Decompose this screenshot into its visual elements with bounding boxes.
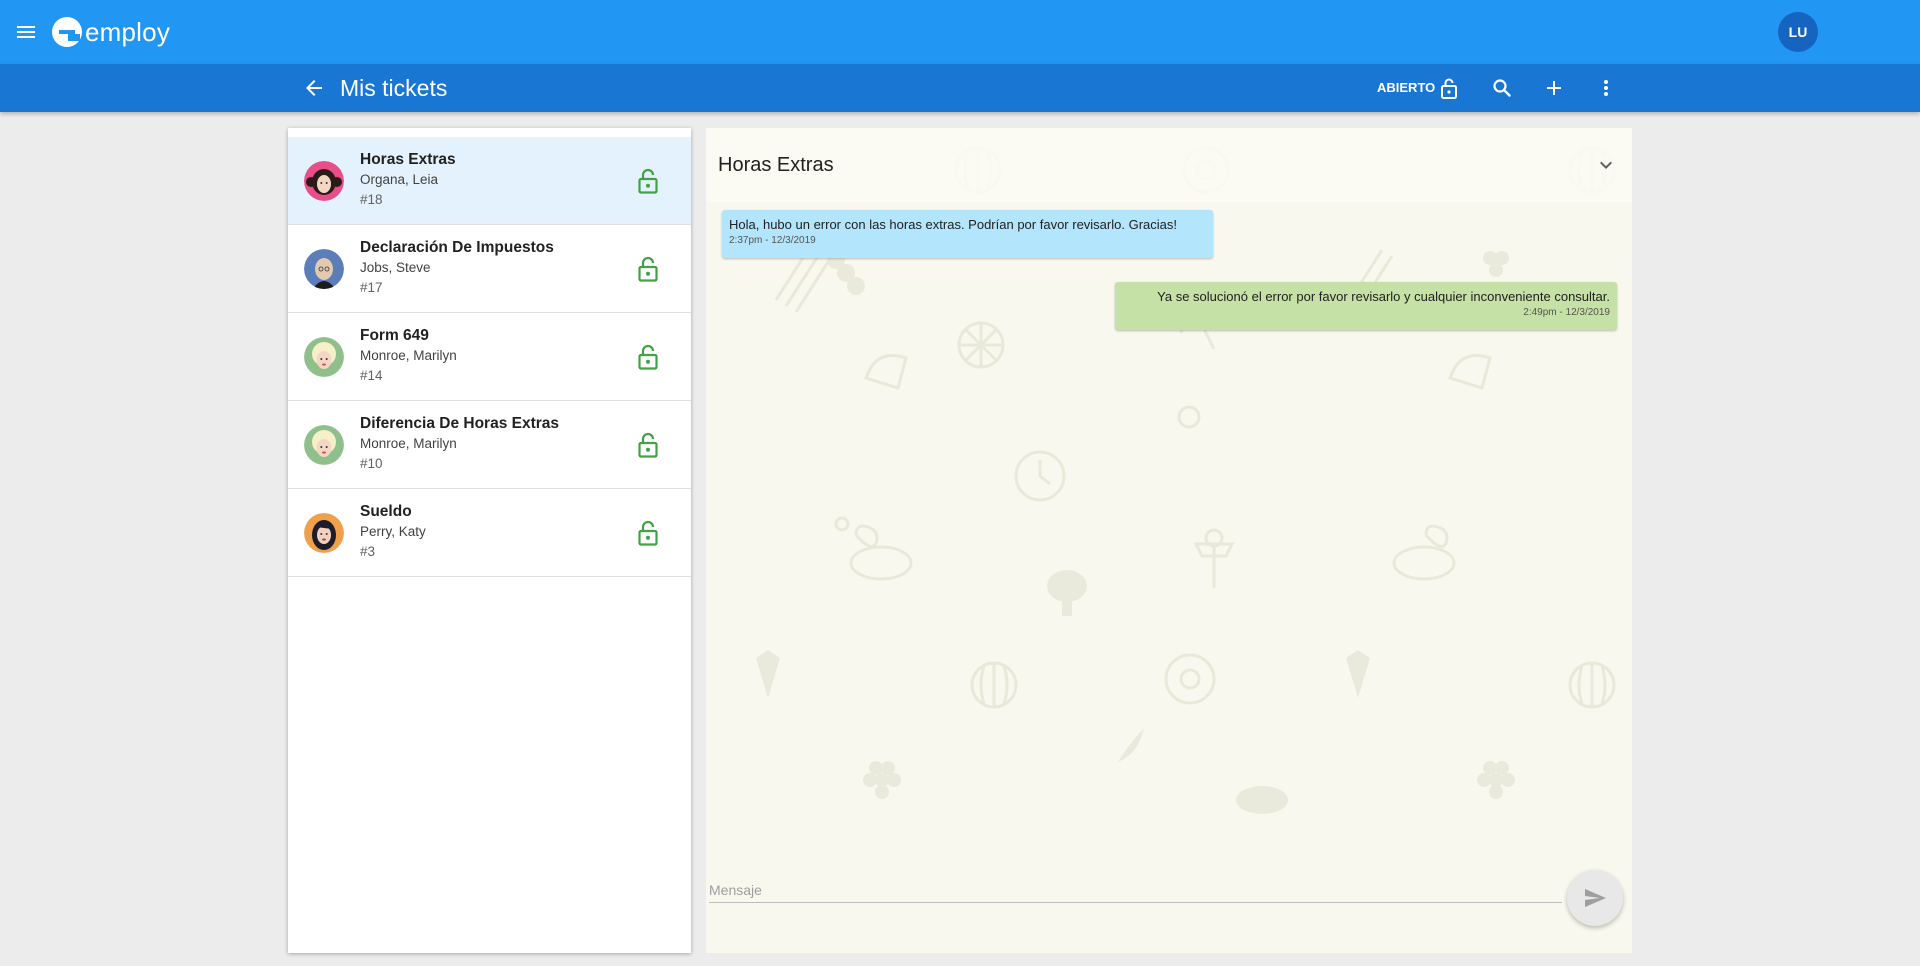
menu-icon[interactable]: [14, 20, 38, 44]
ticket-item[interactable]: Declaración De Impuestos Jobs, Steve #17: [288, 225, 691, 313]
ticket-number: #3: [360, 544, 376, 559]
ticket-title: Diferencia De Horas Extras: [360, 415, 560, 432]
status-filter-label[interactable]: ABIERTO: [1377, 80, 1435, 96]
page-title: Mis tickets: [340, 75, 448, 101]
avatar: [304, 161, 344, 201]
brand-name: employ: [85, 16, 171, 47]
ticket-item[interactable]: Horas Extras Organa, Leia #18: [288, 137, 691, 225]
chat-title: Horas Extras: [718, 154, 834, 176]
ticket-title: Declaración De Impuestos: [360, 239, 554, 256]
lock-open-icon: [637, 256, 659, 282]
user-avatar[interactable]: LU: [1778, 12, 1818, 52]
avatar: [304, 249, 344, 289]
chat-panel: Horas Extras Hola, hubo un error con las…: [706, 128, 1632, 953]
ticket-title: Horas Extras: [360, 151, 456, 168]
message-text: Hola, hubo un error con las horas extras…: [729, 217, 1177, 232]
chat-header: Horas Extras: [706, 128, 1632, 202]
add-icon[interactable]: [1542, 76, 1566, 100]
ticket-number: #10: [360, 456, 383, 471]
search-icon[interactable]: [1490, 76, 1514, 100]
avatar: [304, 425, 344, 465]
message-text: Ya se solucionó el error por favor revis…: [1157, 289, 1610, 304]
message-timestamp: 2:49pm - 12/3/2019: [1523, 307, 1610, 318]
ticket-person: Jobs, Steve: [360, 260, 431, 275]
message-outgoing: Ya se solucionó el error por favor revis…: [1115, 282, 1617, 330]
ticket-title: Form 649: [360, 327, 429, 344]
ticket-person: Organa, Leia: [360, 172, 439, 187]
ticket-person: Monroe, Marilyn: [360, 436, 457, 451]
lock-open-icon: [637, 344, 659, 370]
message-timestamp: 2:37pm - 12/3/2019: [729, 235, 816, 246]
ticket-list-panel: Horas Extras Organa, Leia #18 Declaració…: [288, 128, 691, 953]
lock-open-icon: [637, 432, 659, 458]
arrow-back-icon[interactable]: [302, 76, 326, 100]
message-incoming: Hola, hubo un error con las horas extras…: [722, 210, 1213, 258]
ticket-title: Sueldo: [360, 503, 412, 520]
ticket-person: Perry, Katy: [360, 524, 426, 539]
ticket-item[interactable]: Sueldo Perry, Katy #3: [288, 489, 691, 577]
app-bar: employ LU: [0, 0, 1920, 64]
ticket-item[interactable]: Diferencia De Horas Extras Monroe, Maril…: [288, 401, 691, 489]
avatar: [304, 337, 344, 377]
tickets-toolbar: Mis tickets ABIERTO: [0, 64, 1920, 112]
lock-open-icon: [637, 168, 659, 194]
send-icon: [1585, 889, 1606, 907]
ticket-number: #18: [360, 192, 383, 207]
message-composer: [706, 859, 1632, 953]
ticket-list: Horas Extras Organa, Leia #18 Declaració…: [288, 137, 691, 577]
lock-open-icon: [637, 520, 659, 546]
lock-open-icon[interactable]: [1437, 76, 1461, 100]
logo-icon: [52, 17, 82, 47]
message-input[interactable]: [709, 877, 1562, 903]
ticket-number: #17: [360, 280, 383, 295]
ticket-number: #14: [360, 368, 383, 383]
chevron-down-icon[interactable]: [1594, 153, 1618, 177]
ticket-person: Monroe, Marilyn: [360, 348, 457, 363]
employ-logo[interactable]: employ: [52, 17, 170, 47]
avatar: [304, 513, 344, 553]
ticket-item[interactable]: Form 649 Monroe, Marilyn #14: [288, 313, 691, 401]
more-vert-icon[interactable]: [1594, 76, 1618, 100]
send-button[interactable]: [1567, 870, 1623, 926]
